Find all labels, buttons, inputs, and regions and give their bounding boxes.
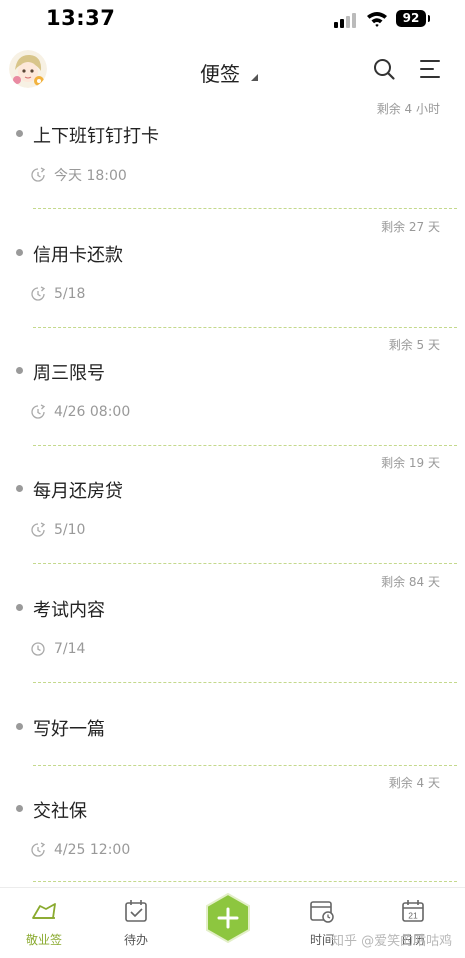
memo-icon [32, 903, 56, 919]
note-divider [33, 445, 457, 446]
note-title: 信用卡还款 [33, 245, 123, 266]
app-screen: 13:37 92 便签 剩余 4 小时 上下班钉钉打卡 今天 18:00 剩余 … [0, 0, 465, 958]
bullet-icon [16, 604, 23, 611]
bullet-icon [16, 723, 23, 730]
note-reminder-date: 7/14 [54, 641, 86, 657]
note-item[interactable]: 剩余 27 天 信用卡还款 5/18 [0, 214, 465, 332]
bullet-icon [16, 485, 23, 492]
menu-icon[interactable] [418, 57, 442, 81]
note-reminder-date: 5/10 [54, 522, 86, 538]
note-title: 上下班钉钉打卡 [33, 126, 159, 147]
note-list: 剩余 4 小时 上下班钉钉打卡 今天 18:00 剩余 27 天 信用卡还款 5… [0, 96, 465, 886]
note-reminder-date: 5/18 [54, 286, 86, 302]
bullet-icon [16, 367, 23, 374]
clock-icon [31, 642, 45, 656]
tab-memo[interactable]: 敬业签 [14, 898, 74, 948]
todo-check-icon [125, 900, 147, 922]
calendar-icon: 21 [402, 900, 424, 922]
search-icon[interactable] [372, 57, 396, 81]
note-reminder: 4/26 08:00 [30, 403, 130, 421]
note-reminder: 5/10 [30, 521, 85, 539]
tab-todo-label: 待办 [123, 933, 148, 947]
repeat-clock-icon [31, 286, 46, 301]
note-item[interactable]: 剩余 4 小时 上下班钉钉打卡 今天 18:00 [0, 96, 465, 214]
note-reminder: 5/18 [30, 285, 85, 303]
cellular-signal-icon [334, 13, 356, 28]
time-icon [310, 901, 334, 923]
repeat-clock-icon [31, 522, 46, 537]
tab-todo[interactable]: 待办 [106, 898, 166, 948]
battery-cap [428, 15, 430, 22]
note-remaining-time: 剩余 5 天 [388, 338, 440, 352]
note-divider [33, 563, 457, 564]
note-item[interactable]: 写好一篇 [0, 688, 465, 770]
note-reminder-date: 4/25 12:00 [54, 842, 131, 858]
note-remaining-time: 剩余 27 天 [381, 220, 440, 234]
note-reminder: 7/14 [30, 640, 85, 658]
note-reminder-date: 4/26 08:00 [54, 404, 131, 420]
note-remaining-time: 剩余 4 天 [388, 776, 440, 790]
note-divider [33, 765, 457, 766]
bullet-icon [16, 805, 23, 812]
bullet-icon [16, 249, 23, 256]
wifi-icon [367, 12, 387, 27]
note-divider [33, 327, 457, 328]
tab-memo-label: 敬业签 [25, 933, 62, 947]
note-reminder: 今天 18:00 [30, 166, 127, 184]
calendar-day: 21 [408, 911, 418, 921]
battery-level: 92 [396, 10, 426, 27]
note-divider [33, 208, 457, 209]
repeat-clock-icon [31, 404, 46, 419]
note-title: 周三限号 [33, 363, 105, 384]
note-title: 交社保 [33, 801, 87, 822]
note-reminder-date: 今天 18:00 [54, 168, 127, 184]
repeat-clock-icon [31, 842, 46, 857]
note-reminder: 4/25 12:00 [30, 841, 130, 859]
note-title: 考试内容 [33, 600, 105, 621]
bullet-icon [16, 130, 23, 137]
add-note-button[interactable] [205, 893, 251, 943]
note-remaining-time: 剩余 84 天 [381, 575, 440, 589]
note-title: 写好一篇 [33, 719, 105, 740]
title-dropdown-icon[interactable] [251, 74, 258, 81]
note-item[interactable]: 剩余 5 天 周三限号 4/26 08:00 [0, 332, 465, 450]
note-remaining-time: 剩余 4 小时 [376, 102, 440, 116]
note-divider [33, 881, 457, 882]
note-item[interactable]: 剩余 84 天 考试内容 7/14 [0, 569, 465, 688]
note-item[interactable]: 剩余 4 天 交社保 4/25 12:00 [0, 770, 465, 886]
note-remaining-time: 剩余 19 天 [381, 456, 440, 470]
watermark: 知乎 @爱笑的咕咕鸡 [331, 934, 453, 949]
app-header: 便签 [0, 44, 465, 96]
note-divider [33, 682, 457, 683]
note-title: 每月还房贷 [33, 481, 123, 502]
status-time: 13:37 [46, 6, 116, 30]
status-bar: 13:37 92 [0, 0, 465, 40]
repeat-clock-icon [31, 167, 46, 182]
note-item[interactable]: 剩余 19 天 每月还房贷 5/10 [0, 450, 465, 569]
